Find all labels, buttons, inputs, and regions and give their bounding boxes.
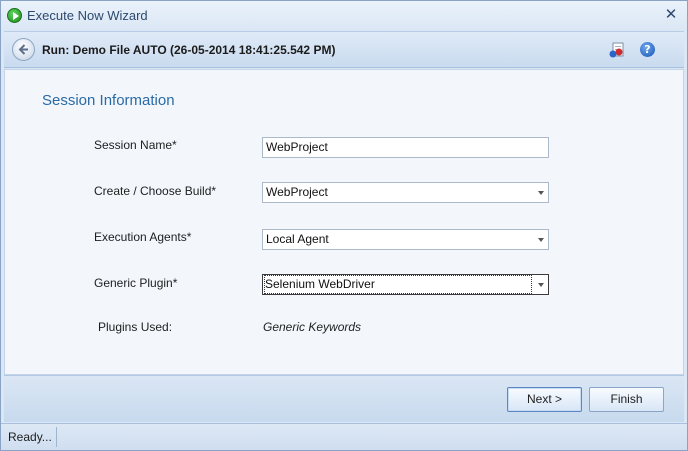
plugin-dropdown[interactable]: Selenium WebDriver	[262, 274, 549, 295]
chevron-down-icon[interactable]	[538, 191, 544, 195]
chevron-down-icon[interactable]	[538, 238, 544, 242]
plugins-used-value: Generic Keywords	[263, 320, 362, 334]
title-bar: Execute Now Wizard ✕	[1, 1, 687, 30]
session-name-label: Session Name*	[94, 138, 177, 152]
session-panel: Session Information Session Name* WebPro…	[4, 69, 684, 375]
build-label: Create / Choose Build*	[94, 184, 217, 198]
play-icon	[7, 8, 22, 23]
close-button[interactable]: ✕	[663, 6, 679, 22]
finish-button[interactable]: Finish	[589, 387, 664, 412]
window-title: Execute Now Wizard	[27, 8, 148, 23]
session-name-input[interactable]: WebProject	[262, 137, 549, 158]
chevron-down-icon[interactable]	[538, 283, 544, 287]
agents-label: Execution Agents*	[94, 230, 192, 244]
plugin-value: Selenium WebDriver	[264, 275, 532, 294]
execute-now-wizard-window: Execute Now Wizard ✕ Run: Demo File AUTO…	[0, 0, 688, 451]
agents-dropdown[interactable]: Local Agent	[262, 229, 549, 250]
agents-value: Local Agent	[266, 232, 329, 246]
run-title: Run: Demo File AUTO (26-05-2014 18:41:25…	[42, 43, 336, 57]
plugin-label: Generic Plugin*	[94, 276, 178, 290]
plugins-used-label: Plugins Used:	[98, 320, 173, 334]
status-text: Ready...	[4, 427, 57, 447]
wizard-footer: Next > Finish	[4, 375, 684, 422]
next-button[interactable]: Next >	[507, 387, 582, 412]
section-title: Session Information	[42, 92, 175, 109]
help-icon[interactable]: ?	[640, 42, 655, 57]
build-dropdown[interactable]: WebProject	[262, 182, 549, 203]
record-button[interactable]	[608, 41, 626, 59]
back-button[interactable]	[12, 38, 35, 61]
record-icon	[609, 42, 624, 58]
run-header: Run: Demo File AUTO (26-05-2014 18:41:25…	[4, 31, 684, 68]
build-value: WebProject	[266, 185, 328, 199]
back-arrow-icon	[18, 44, 28, 55]
session-name-value: WebProject	[266, 140, 328, 154]
status-bar: Ready...	[1, 423, 687, 450]
